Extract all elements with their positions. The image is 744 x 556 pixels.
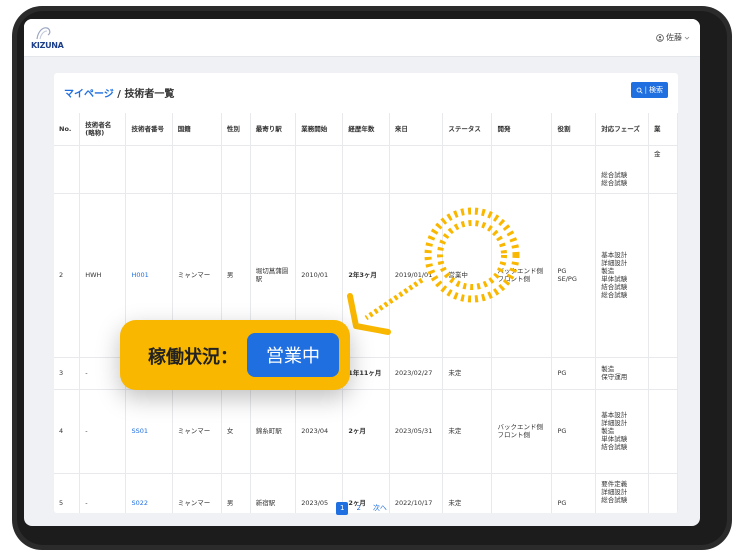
cell-role: PG: [551, 473, 597, 513]
page-1-button[interactable]: 1: [336, 502, 349, 515]
cell-phases: 基本設計 詳細設計 製造 単体試験 結合試験: [595, 389, 649, 474]
col-years[interactable]: 経歴年数: [342, 113, 390, 146]
cell-phases: 基本設計 詳細設計 製造 単体試験 結合試験 総合試験: [595, 193, 649, 358]
col-name[interactable]: 技術者名 (略称): [79, 113, 127, 146]
cell-arrival: 2022/10/17: [389, 473, 444, 513]
user-name: 佐藤: [666, 33, 682, 42]
cell-gender: 女: [221, 389, 251, 474]
col-gender[interactable]: 性別: [221, 113, 251, 146]
cell-nationality: ミャンマー: [172, 389, 222, 474]
top-bar: KIZUNA 佐藤: [24, 19, 700, 57]
cell-name: -: [79, 473, 127, 513]
cell-no: 5: [54, 473, 81, 513]
kizuna-logo[interactable]: KIZUNA: [31, 25, 64, 53]
cell-arrival: 2023/05/31: [389, 389, 444, 474]
logo-mark-icon: [36, 27, 51, 40]
status-callout: 稼働状況： 営業中: [120, 320, 350, 390]
cell-no: 4: [54, 389, 81, 474]
cell-name: HWH: [79, 193, 127, 358]
cell-no: 3: [54, 357, 81, 390]
cell-dev: [491, 473, 553, 513]
cell-station: 錦糸町駅: [250, 389, 297, 474]
page-title: 技術者一覧: [124, 89, 175, 100]
breadcrumb-separator: /: [113, 89, 125, 100]
next-page-button[interactable]: 次へ: [369, 502, 391, 515]
table-row[interactable]: 4 - SS01 ミャンマー 女 錦糸町駅 2023/04 2ヶ月 2023/0…: [54, 389, 678, 474]
table-header-row: No. 技術者名 (略称) 技術者番号 国籍 性別 最寄り駅 業務開始 経歴年数…: [54, 113, 678, 146]
engineer-list-card: マイページ / 技術者一覧 | 検索 No. 技術者名 (略称) 技術者番号 国…: [54, 73, 678, 513]
cell-status: 未定: [442, 357, 493, 390]
cell-phases: 要件定義 詳細設計 総合試験: [595, 473, 649, 513]
cell-status: 未定: [442, 473, 493, 513]
cell-role: PG SE/PG: [551, 193, 597, 358]
cell-station: 新宿駅: [250, 473, 297, 513]
engineer-table: No. 技術者名 (略称) 技術者番号 国籍 性別 最寄り駅 業務開始 経歴年数…: [54, 113, 678, 513]
col-status[interactable]: ステータス: [442, 113, 493, 146]
col-arrival[interactable]: 来日: [389, 113, 444, 146]
cell-gender: 男: [221, 473, 251, 513]
cell-dev: バックエンド側 フロント側: [491, 193, 553, 358]
cell-years: 2ヶ月: [342, 389, 390, 474]
table-row[interactable]: 総合試験 総合試験 金: [54, 145, 678, 194]
col-start[interactable]: 業務開始: [295, 113, 344, 146]
user-menu[interactable]: 佐藤: [656, 32, 690, 43]
search-icon: [636, 87, 643, 94]
col-station[interactable]: 最寄り駅: [250, 113, 297, 146]
search-button[interactable]: | 検索: [630, 82, 668, 98]
col-nationality[interactable]: 国籍: [172, 113, 222, 146]
cell-arrival: 2019/01/01: [389, 193, 444, 358]
cell-role: PG: [551, 357, 597, 390]
col-role[interactable]: 役割: [551, 113, 597, 146]
cell-id-link[interactable]: SS01: [125, 389, 173, 474]
cell-arrival: 2023/02/27: [389, 357, 444, 390]
breadcrumb-mypage-link[interactable]: マイページ: [64, 89, 114, 100]
cell-phases: 製造 保守運用: [595, 357, 649, 390]
cell-extra: 金: [648, 145, 678, 194]
col-phases[interactable]: 対応フェーズ: [595, 113, 649, 146]
cell-status: 営業中: [442, 193, 493, 358]
cell-id-link[interactable]: S022: [125, 473, 173, 513]
search-label: 検索: [649, 86, 663, 94]
callout-label: 稼働状況：: [148, 347, 238, 368]
cell-dev: [491, 357, 553, 390]
pagination: 1 2 次へ: [336, 502, 391, 515]
cell-start: 2023/04: [295, 389, 344, 474]
cell-no: 2: [54, 193, 81, 358]
cell-role: PG: [551, 389, 597, 474]
search-divider: |: [644, 86, 647, 94]
col-no[interactable]: No.: [54, 113, 81, 146]
col-dev[interactable]: 開発: [491, 113, 553, 146]
cell-nationality: ミャンマー: [172, 473, 222, 513]
col-extra[interactable]: 業: [648, 113, 678, 146]
callout-status-pill: 営業中: [247, 333, 339, 377]
page-2-button[interactable]: 2: [352, 502, 364, 515]
app-screen: KIZUNA 佐藤 マイページ / 技術者一覧 | 検索 No. 技術者名 (略…: [24, 19, 700, 526]
user-icon: [656, 33, 664, 42]
cell-dev: バックエンド側 フロント側: [491, 389, 553, 474]
cell-name: -: [79, 389, 127, 474]
logo-text: KIZUNA: [31, 41, 64, 50]
cell-years: 2年3ヶ月: [342, 193, 390, 358]
col-id[interactable]: 技術者番号: [125, 113, 173, 146]
cell-status: 未定: [442, 389, 493, 474]
breadcrumb: マイページ / 技術者一覧: [64, 85, 174, 100]
chevron-down-icon: [684, 36, 690, 40]
cell-phases: 総合試験 総合試験: [595, 145, 649, 194]
